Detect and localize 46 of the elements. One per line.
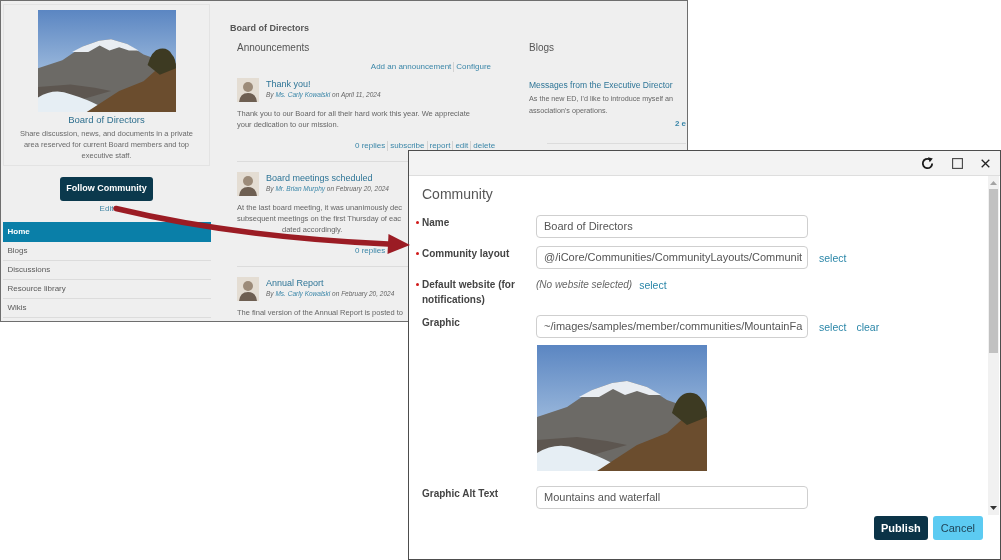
text-input-field[interactable]: ~/images/samples/member/communities/MountainFa [536,315,808,338]
field-action-link[interactable]: select [639,277,667,292]
field-label: Default website (for notifications) [422,278,516,307]
dialog-heading: Community [422,185,493,203]
blog-entries-link[interactable]: 2 e [674,119,686,129]
nav-item[interactable]: Discussions [2,261,211,280]
post-title-link[interactable]: Thank you! [266,79,381,90]
edit-link[interactable]: Edit [99,204,114,214]
column-heading: Announcements [237,41,311,54]
scrollbar[interactable] [988,176,999,515]
blog-title-link[interactable]: Messages from the Executive Director [529,80,686,91]
post-title-link[interactable]: Annual Report [266,278,395,289]
publish-button[interactable]: Publish [874,516,928,540]
maximize-icon[interactable] [952,157,963,169]
community-title-link[interactable]: Board of Directors [68,114,145,126]
section-heading: Board of Directors [230,22,310,34]
person-avatar-icon [237,172,259,196]
text-input-field[interactable]: @/iCore/Communities/CommunityLayouts/Communit [536,246,808,269]
nav-item[interactable]: Blogs [2,242,211,261]
field-label: Graphic Alt Text [422,487,500,501]
person-avatar-icon [237,277,259,301]
text-input-field[interactable]: Mountains and waterfall [536,486,808,509]
close-icon[interactable] [981,158,990,168]
nav-item[interactable]: Home [2,222,211,242]
nav-item[interactable]: Resource library [2,280,211,299]
post-title-link[interactable]: Board meetings scheduled [266,173,389,184]
scrollbar-thumb[interactable] [989,189,998,353]
nav-item[interactable]: Wikis [2,299,211,318]
field-label: Community layout [422,247,511,261]
scroll-down-arrow-icon[interactable] [990,506,997,510]
field-action-link[interactable]: select [819,250,847,265]
announcement-link[interactable]: Add an announcement [368,62,454,72]
follow-community-button[interactable]: Follow Community [60,177,153,201]
person-avatar-icon [237,78,259,102]
field-label: Graphic [422,316,461,330]
column-heading: Blogs [529,41,555,54]
text-input-field[interactable]: Board of Directors [536,215,808,238]
post-action-link[interactable]: 0 replies [353,246,388,256]
refresh-icon[interactable] [921,156,934,170]
announcement-link[interactable]: Configure [453,62,493,72]
field-action-link[interactable]: select [819,319,847,334]
cancel-button[interactable]: Cancel [932,516,983,540]
field-value-text: (No website selected) [536,278,633,292]
field-action-link[interactable]: clear [856,319,880,334]
field-label: Name [422,216,451,230]
post-action-link[interactable]: 0 replies [353,141,388,151]
